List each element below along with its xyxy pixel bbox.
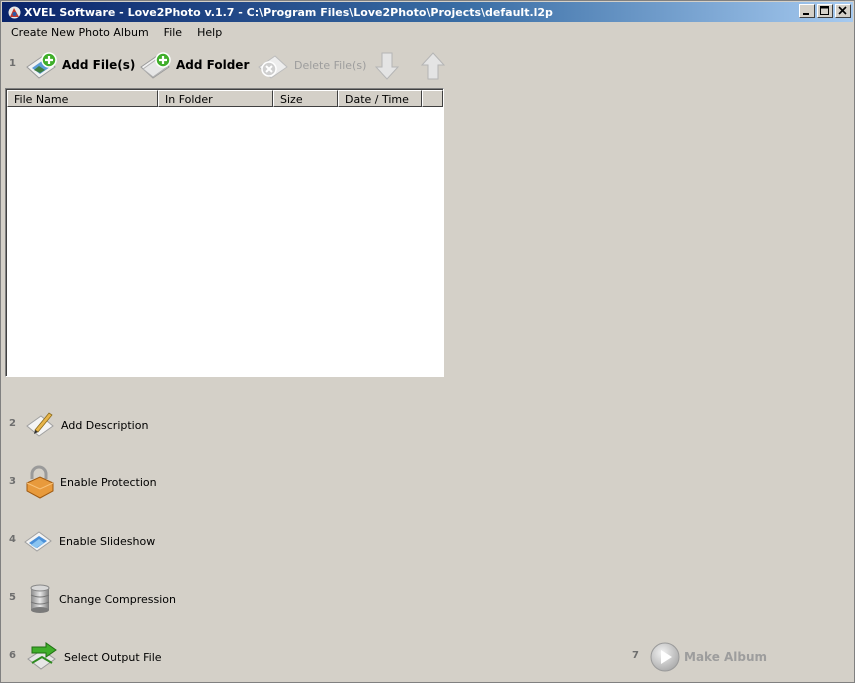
minimize-button[interactable] — [799, 4, 815, 18]
close-button[interactable] — [835, 4, 851, 18]
add-folder-button[interactable]: Add Folder — [139, 51, 249, 79]
slideshow-icon — [24, 531, 52, 552]
menu-file[interactable]: File — [160, 25, 186, 41]
enable-slideshow-label: Enable Slideshow — [59, 534, 156, 548]
column-filler — [422, 90, 443, 107]
step-number-3: 3 — [9, 476, 16, 487]
add-folder-label: Add Folder — [176, 58, 250, 72]
close-icon — [838, 6, 847, 15]
menu-help[interactable]: Help — [193, 25, 226, 41]
menu-bar: Create New Photo Album File Help — [7, 25, 233, 41]
column-date-time[interactable]: Date / Time — [338, 90, 422, 107]
add-folder-icon — [140, 52, 171, 79]
add-photo-icon — [26, 52, 57, 79]
delete-files-label: Delete File(s) — [294, 58, 367, 72]
minimize-icon — [803, 13, 809, 15]
window-title: XVEL Software - Love2Photo v.1.7 - C:\Pr… — [24, 6, 553, 19]
enable-protection-label: Enable Protection — [60, 475, 157, 489]
step-number-2: 2 — [9, 418, 16, 429]
title-bar[interactable]: XVEL Software - Love2Photo v.1.7 - C:\Pr… — [2, 2, 853, 22]
step-number-4: 4 — [9, 534, 16, 545]
pencil-note-icon — [26, 412, 54, 437]
database-cylinder-icon — [30, 584, 50, 613]
move-down-arrow-icon[interactable] — [374, 51, 400, 81]
play-icon — [650, 642, 680, 672]
maximize-icon — [820, 6, 829, 15]
column-in-folder[interactable]: In Folder — [158, 90, 273, 107]
make-album-label: Make Album — [684, 650, 768, 664]
column-file-name[interactable]: File Name — [7, 90, 158, 107]
app-icon — [8, 6, 21, 19]
enable-slideshow-button[interactable]: Enable Slideshow — [23, 526, 155, 556]
make-album-button[interactable]: Make Album — [649, 641, 767, 673]
main-window: XVEL Software - Love2Photo v.1.7 - C:\Pr… — [0, 0, 855, 683]
padlock-icon — [26, 465, 54, 499]
output-arrow-icon — [27, 642, 57, 670]
maximize-button[interactable] — [817, 4, 833, 18]
add-description-button[interactable]: Add Description — [25, 410, 148, 440]
add-files-label: Add File(s) — [62, 58, 136, 72]
move-up-arrow-icon[interactable] — [420, 51, 446, 81]
column-size[interactable]: Size — [273, 90, 338, 107]
file-list-header: File Name In Folder Size Date / Time — [7, 90, 443, 107]
select-output-file-label: Select Output File — [64, 650, 162, 664]
add-files-button[interactable]: Add File(s) — [25, 51, 135, 79]
change-compression-button[interactable]: Change Compression — [27, 583, 176, 615]
menu-create-new-album[interactable]: Create New Photo Album — [7, 25, 153, 41]
step-number-5: 5 — [9, 592, 16, 603]
delete-photo-icon — [258, 55, 288, 79]
step-number-1: 1 — [9, 58, 16, 69]
step-number-6: 6 — [9, 650, 16, 661]
select-output-file-button[interactable]: Select Output File — [26, 641, 162, 673]
delete-files-button[interactable]: Delete File(s) — [257, 51, 366, 79]
change-compression-label: Change Compression — [59, 592, 176, 606]
add-description-label: Add Description — [61, 418, 149, 432]
step-number-7: 7 — [632, 650, 639, 661]
file-list[interactable]: File Name In Folder Size Date / Time — [5, 88, 444, 377]
enable-protection-button[interactable]: Enable Protection — [24, 465, 157, 499]
